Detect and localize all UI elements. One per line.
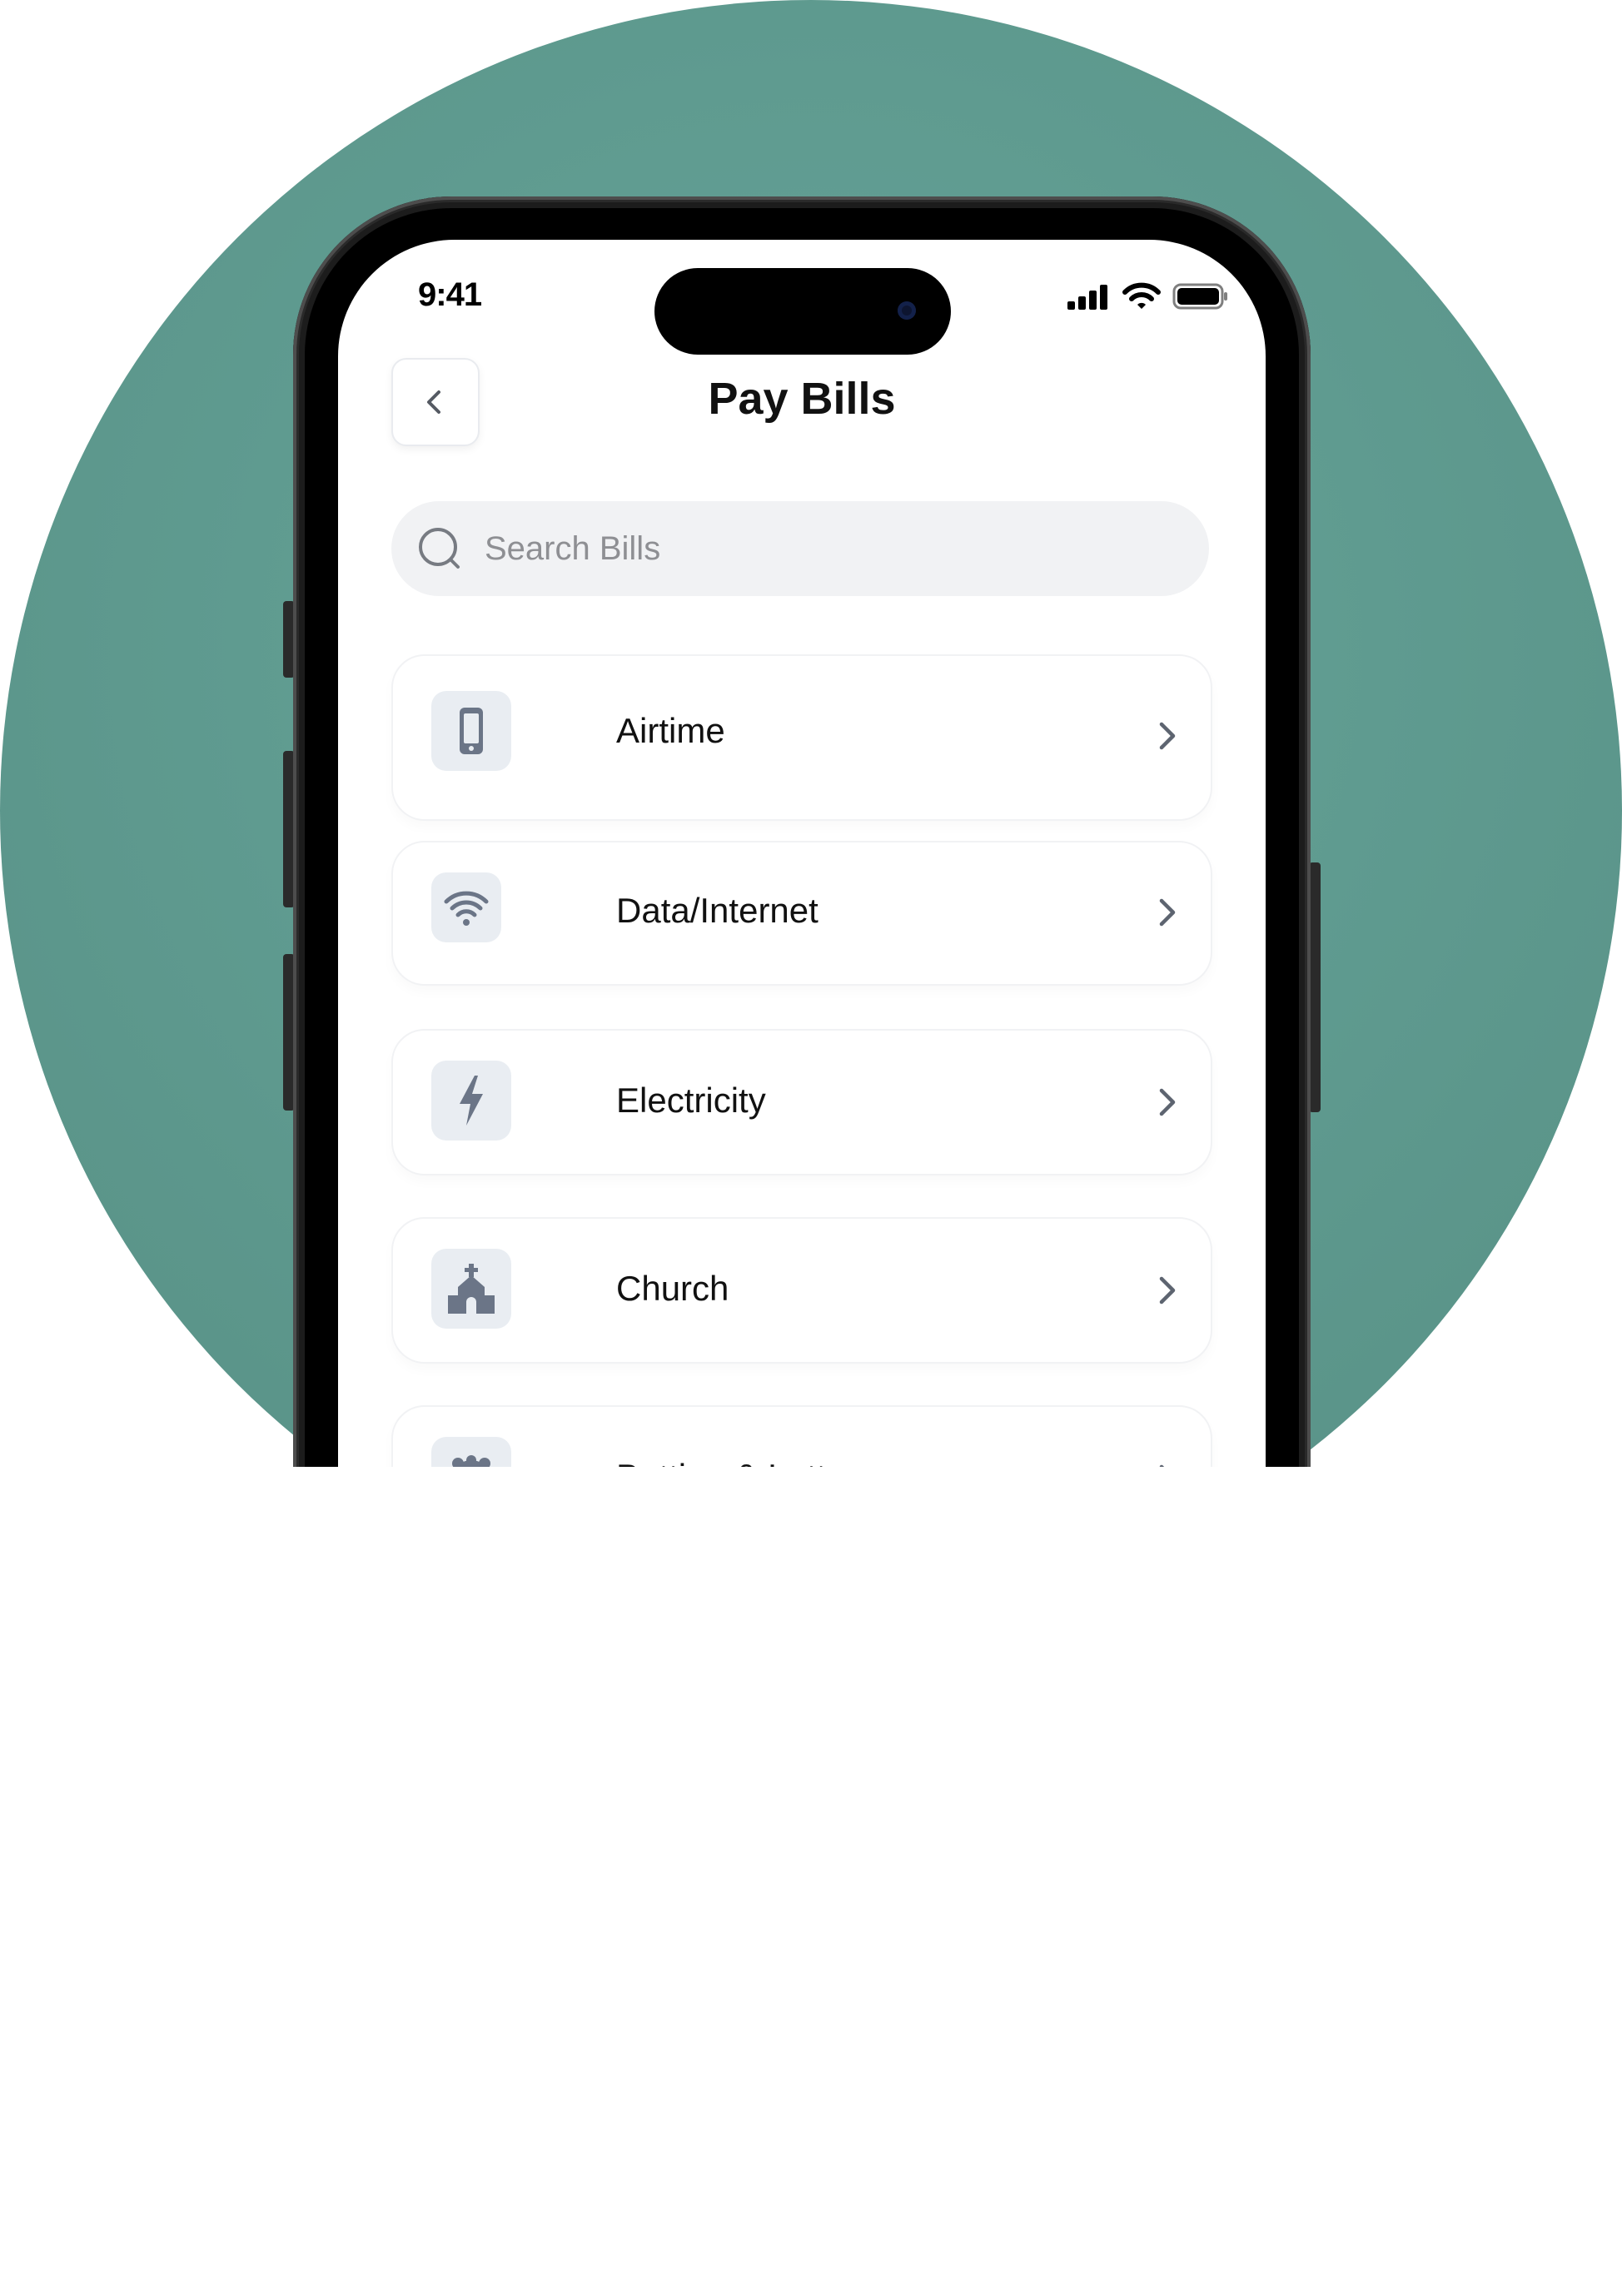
icon-tile (431, 1249, 511, 1329)
status-time: 9:41 (418, 276, 482, 313)
chevron-right-icon (1159, 1276, 1176, 1305)
bill-item-label: Data/Internet (616, 891, 818, 930)
bill-item-church[interactable]: Church (391, 1217, 1212, 1364)
lightning-icon (460, 1076, 483, 1126)
wifi-status-icon (1122, 282, 1161, 309)
bill-item-label: Airtime (616, 711, 725, 750)
battery-icon (1172, 283, 1227, 310)
bottom-white-overlay (0, 1467, 1622, 2296)
phone-icon (460, 708, 483, 754)
camera-icon (898, 301, 916, 320)
icon-tile (431, 1061, 511, 1141)
search-icon (419, 528, 460, 569)
search-bar[interactable] (391, 501, 1209, 596)
wifi-icon (444, 891, 489, 926)
signal-icon (1067, 285, 1107, 310)
icon-tile (431, 872, 501, 942)
bill-item-electricity[interactable]: Electricity (391, 1029, 1212, 1175)
chevron-right-icon (1159, 898, 1176, 927)
church-icon (448, 1264, 495, 1314)
chevron-right-icon (1159, 1088, 1176, 1116)
page-title: Pay Bills (708, 374, 896, 424)
dynamic-island (654, 268, 951, 355)
chevron-right-icon (1159, 722, 1176, 750)
bill-item-label: Church (616, 1269, 729, 1308)
status-icons (1066, 281, 1229, 311)
bill-item-label: Electricity (616, 1081, 766, 1120)
bill-item-airtime[interactable]: Airtime (391, 654, 1212, 821)
power-button (1309, 862, 1321, 1112)
search-input[interactable] (483, 529, 1152, 569)
bill-item-data-internet[interactable]: Data/Internet (391, 841, 1212, 986)
icon-tile (431, 691, 511, 771)
